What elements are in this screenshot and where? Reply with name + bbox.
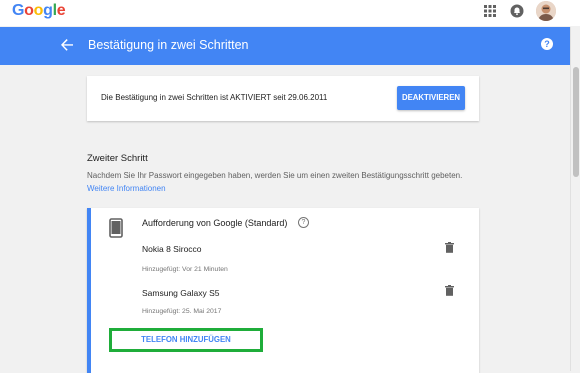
scrollbar-thumb[interactable] — [573, 67, 579, 177]
trash-icon[interactable] — [445, 242, 454, 253]
trash-icon[interactable] — [445, 285, 454, 296]
more-info-link[interactable]: Weitere Informationen — [87, 184, 166, 193]
help-icon[interactable]: ? — [541, 38, 553, 50]
method-card-accent — [87, 208, 91, 373]
deactivate-button[interactable]: DEAKTIVIEREN — [397, 86, 465, 110]
device-name: Nokia 8 Sirocco — [142, 244, 202, 254]
method-title: Aufforderung von Google (Standard) — [142, 218, 288, 228]
apps-grid-icon[interactable] — [484, 5, 496, 17]
section-description: Nachdem Sie Ihr Passwort eingegeben habe… — [87, 169, 487, 195]
page-scrollbar[interactable] — [570, 27, 580, 371]
device-added-date: Hinzugefügt: Vor 21 Minuten — [142, 266, 228, 273]
section-description-text: Nachdem Sie Ihr Passwort eingegeben habe… — [87, 171, 463, 180]
smartphone-icon — [109, 218, 123, 238]
device-added-date: Hinzugefügt: 25. Mai 2017 — [142, 308, 222, 315]
bell-icon[interactable] — [510, 3, 524, 19]
info-icon[interactable]: ? — [298, 217, 309, 228]
user-avatar-icon — [536, 1, 556, 21]
status-text: Die Bestätigung in zwei Schritten ist AK… — [101, 93, 328, 102]
top-bar: Google — [0, 0, 580, 26]
page-title: Bestätigung in zwei Schritten — [88, 38, 249, 52]
avatar[interactable] — [536, 1, 556, 21]
add-phone-button[interactable]: TELEFON HINZUFÜGEN — [109, 328, 263, 352]
status-card: Die Bestätigung in zwei Schritten ist AK… — [87, 76, 479, 121]
section-title: Zweiter Schritt — [87, 153, 148, 164]
google-logo[interactable]: Google — [12, 2, 66, 20]
method-card: Aufforderung von Google (Standard) ? Nok… — [87, 208, 479, 373]
device-name: Samsung Galaxy S5 — [142, 288, 220, 298]
page-header-bar: Bestätigung in zwei Schritten ? — [0, 27, 570, 65]
arrow-back-icon[interactable] — [60, 38, 74, 52]
